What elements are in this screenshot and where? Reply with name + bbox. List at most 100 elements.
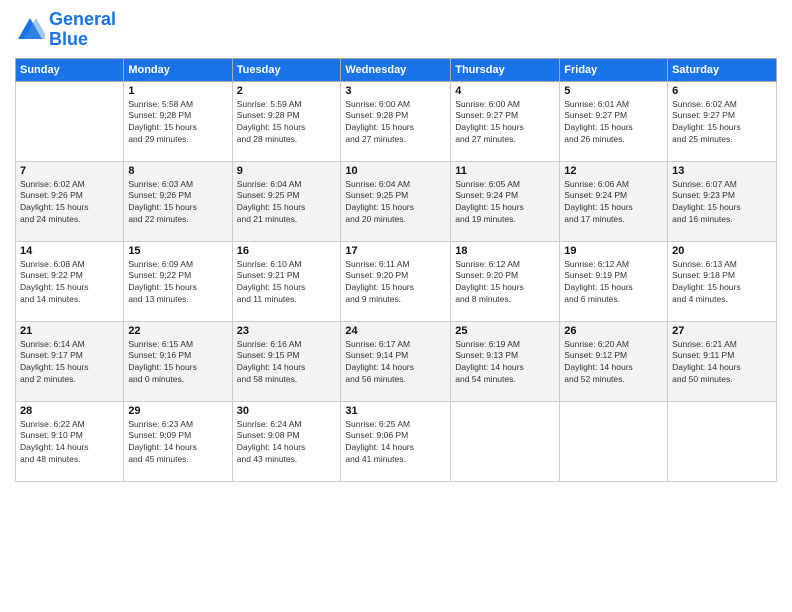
day-info: Sunrise: 6:11 AM Sunset: 9:20 PM Dayligh… bbox=[345, 259, 446, 307]
calendar-cell: 5 Sunrise: 6:01 AM Sunset: 9:27 PM Daylig… bbox=[560, 81, 668, 161]
calendar-cell bbox=[668, 401, 777, 481]
col-header-wednesday: Wednesday bbox=[341, 58, 451, 81]
day-info: Sunrise: 6:15 AM Sunset: 9:16 PM Dayligh… bbox=[128, 339, 227, 387]
calendar-cell: 31 Sunrise: 6:25 AM Sunset: 9:06 PM Dayli… bbox=[341, 401, 451, 481]
day-number: 12 bbox=[564, 165, 663, 177]
calendar-cell bbox=[451, 401, 560, 481]
day-info: Sunrise: 6:13 AM Sunset: 9:18 PM Dayligh… bbox=[672, 259, 772, 307]
calendar-cell: 17 Sunrise: 6:11 AM Sunset: 9:20 PM Dayli… bbox=[341, 241, 451, 321]
day-info: Sunrise: 6:04 AM Sunset: 9:25 PM Dayligh… bbox=[237, 179, 337, 227]
header: General Blue bbox=[15, 10, 777, 50]
calendar-cell: 30 Sunrise: 6:24 AM Sunset: 9:08 PM Dayli… bbox=[232, 401, 341, 481]
day-number: 18 bbox=[455, 245, 555, 257]
day-info: Sunrise: 6:23 AM Sunset: 9:09 PM Dayligh… bbox=[128, 419, 227, 467]
logo-text: General Blue bbox=[49, 10, 116, 50]
day-info: Sunrise: 6:17 AM Sunset: 9:14 PM Dayligh… bbox=[345, 339, 446, 387]
day-number: 8 bbox=[128, 165, 227, 177]
day-number: 31 bbox=[345, 405, 446, 417]
day-number: 21 bbox=[20, 325, 119, 337]
day-info: Sunrise: 6:20 AM Sunset: 9:12 PM Dayligh… bbox=[564, 339, 663, 387]
col-header-saturday: Saturday bbox=[668, 58, 777, 81]
day-info: Sunrise: 6:14 AM Sunset: 9:17 PM Dayligh… bbox=[20, 339, 119, 387]
day-number: 16 bbox=[237, 245, 337, 257]
calendar-cell: 16 Sunrise: 6:10 AM Sunset: 9:21 PM Dayli… bbox=[232, 241, 341, 321]
calendar-cell: 23 Sunrise: 6:16 AM Sunset: 9:15 PM Dayli… bbox=[232, 321, 341, 401]
day-info: Sunrise: 6:06 AM Sunset: 9:24 PM Dayligh… bbox=[564, 179, 663, 227]
calendar-cell: 13 Sunrise: 6:07 AM Sunset: 9:23 PM Dayli… bbox=[668, 161, 777, 241]
calendar-cell: 7 Sunrise: 6:02 AM Sunset: 9:26 PM Daylig… bbox=[16, 161, 124, 241]
day-number: 3 bbox=[345, 85, 446, 97]
day-info: Sunrise: 5:59 AM Sunset: 9:28 PM Dayligh… bbox=[237, 99, 337, 147]
col-header-monday: Monday bbox=[124, 58, 232, 81]
day-number: 6 bbox=[672, 85, 772, 97]
calendar-cell: 28 Sunrise: 6:22 AM Sunset: 9:10 PM Dayli… bbox=[16, 401, 124, 481]
day-number: 27 bbox=[672, 325, 772, 337]
calendar-cell: 21 Sunrise: 6:14 AM Sunset: 9:17 PM Dayli… bbox=[16, 321, 124, 401]
day-number: 23 bbox=[237, 325, 337, 337]
day-number: 7 bbox=[20, 165, 119, 177]
calendar-cell: 10Sunrise: 6:04 AM Sunset: 9:25 PM Dayli… bbox=[341, 161, 451, 241]
day-info: Sunrise: 6:03 AM Sunset: 9:26 PM Dayligh… bbox=[128, 179, 227, 227]
page: General Blue SundayMondayTuesdayWednesda… bbox=[0, 0, 792, 612]
calendar-cell: 6 Sunrise: 6:02 AM Sunset: 9:27 PM Daylig… bbox=[668, 81, 777, 161]
day-info: Sunrise: 6:19 AM Sunset: 9:13 PM Dayligh… bbox=[455, 339, 555, 387]
day-info: Sunrise: 6:12 AM Sunset: 9:20 PM Dayligh… bbox=[455, 259, 555, 307]
calendar-cell: 8 Sunrise: 6:03 AM Sunset: 9:26 PM Daylig… bbox=[124, 161, 232, 241]
calendar-cell bbox=[560, 401, 668, 481]
calendar-cell: 20 Sunrise: 6:13 AM Sunset: 9:18 PM Dayli… bbox=[668, 241, 777, 321]
day-number: 15 bbox=[128, 245, 227, 257]
calendar-cell: 4Sunrise: 6:00 AM Sunset: 9:27 PM Daylig… bbox=[451, 81, 560, 161]
day-info: Sunrise: 6:24 AM Sunset: 9:08 PM Dayligh… bbox=[237, 419, 337, 467]
day-info: Sunrise: 6:07 AM Sunset: 9:23 PM Dayligh… bbox=[672, 179, 772, 227]
calendar-cell: 1 Sunrise: 5:58 AM Sunset: 9:28 PM Daylig… bbox=[124, 81, 232, 161]
day-info: Sunrise: 6:25 AM Sunset: 9:06 PM Dayligh… bbox=[345, 419, 446, 467]
day-number: 25 bbox=[455, 325, 555, 337]
day-number: 1 bbox=[128, 85, 227, 97]
day-number: 11 bbox=[455, 165, 555, 177]
day-number: 4 bbox=[455, 85, 555, 97]
calendar-cell: 25 Sunrise: 6:19 AM Sunset: 9:13 PM Dayli… bbox=[451, 321, 560, 401]
day-info: Sunrise: 6:01 AM Sunset: 9:27 PM Dayligh… bbox=[564, 99, 663, 147]
day-info: Sunrise: 6:22 AM Sunset: 9:10 PM Dayligh… bbox=[20, 419, 119, 467]
calendar-table: SundayMondayTuesdayWednesdayThursdayFrid… bbox=[15, 58, 777, 482]
day-number: 14 bbox=[20, 245, 119, 257]
day-info: Sunrise: 6:02 AM Sunset: 9:26 PM Dayligh… bbox=[20, 179, 119, 227]
day-info: Sunrise: 6:05 AM Sunset: 9:24 PM Dayligh… bbox=[455, 179, 555, 227]
day-number: 9 bbox=[237, 165, 337, 177]
day-info: Sunrise: 6:02 AM Sunset: 9:27 PM Dayligh… bbox=[672, 99, 772, 147]
day-number: 17 bbox=[345, 245, 446, 257]
day-info: Sunrise: 6:09 AM Sunset: 9:22 PM Dayligh… bbox=[128, 259, 227, 307]
calendar-cell: 22 Sunrise: 6:15 AM Sunset: 9:16 PM Dayli… bbox=[124, 321, 232, 401]
day-info: Sunrise: 6:21 AM Sunset: 9:11 PM Dayligh… bbox=[672, 339, 772, 387]
day-info: Sunrise: 5:58 AM Sunset: 9:28 PM Dayligh… bbox=[128, 99, 227, 147]
day-info: Sunrise: 6:12 AM Sunset: 9:19 PM Dayligh… bbox=[564, 259, 663, 307]
day-number: 22 bbox=[128, 325, 227, 337]
calendar-cell: 24 Sunrise: 6:17 AM Sunset: 9:14 PM Dayli… bbox=[341, 321, 451, 401]
calendar-cell: 29 Sunrise: 6:23 AM Sunset: 9:09 PM Dayli… bbox=[124, 401, 232, 481]
calendar-cell: 14 Sunrise: 6:08 AM Sunset: 9:22 PM Dayli… bbox=[16, 241, 124, 321]
day-number: 28 bbox=[20, 405, 119, 417]
calendar-cell: 18 Sunrise: 6:12 AM Sunset: 9:20 PM Dayli… bbox=[451, 241, 560, 321]
day-number: 24 bbox=[345, 325, 446, 337]
calendar-cell: 11 Sunrise: 6:05 AM Sunset: 9:24 PM Dayli… bbox=[451, 161, 560, 241]
calendar-cell: 9 Sunrise: 6:04 AM Sunset: 9:25 PM Daylig… bbox=[232, 161, 341, 241]
col-header-tuesday: Tuesday bbox=[232, 58, 341, 81]
calendar-cell bbox=[16, 81, 124, 161]
calendar-cell: 27 Sunrise: 6:21 AM Sunset: 9:11 PM Dayli… bbox=[668, 321, 777, 401]
day-info: Sunrise: 6:10 AM Sunset: 9:21 PM Dayligh… bbox=[237, 259, 337, 307]
day-info: Sunrise: 6:08 AM Sunset: 9:22 PM Dayligh… bbox=[20, 259, 119, 307]
col-header-friday: Friday bbox=[560, 58, 668, 81]
day-info: Sunrise: 6:00 AM Sunset: 9:28 PM Dayligh… bbox=[345, 99, 446, 147]
day-number: 2 bbox=[237, 85, 337, 97]
col-header-sunday: Sunday bbox=[16, 58, 124, 81]
logo: General Blue bbox=[15, 10, 116, 50]
day-number: 30 bbox=[237, 405, 337, 417]
day-number: 13 bbox=[672, 165, 772, 177]
calendar-cell: 12 Sunrise: 6:06 AM Sunset: 9:24 PM Dayli… bbox=[560, 161, 668, 241]
day-number: 29 bbox=[128, 405, 227, 417]
day-number: 5 bbox=[564, 85, 663, 97]
day-info: Sunrise: 6:16 AM Sunset: 9:15 PM Dayligh… bbox=[237, 339, 337, 387]
day-number: 20 bbox=[672, 245, 772, 257]
calendar-cell: 2 Sunrise: 5:59 AM Sunset: 9:28 PM Daylig… bbox=[232, 81, 341, 161]
calendar-cell: 3 Sunrise: 6:00 AM Sunset: 9:28 PM Daylig… bbox=[341, 81, 451, 161]
